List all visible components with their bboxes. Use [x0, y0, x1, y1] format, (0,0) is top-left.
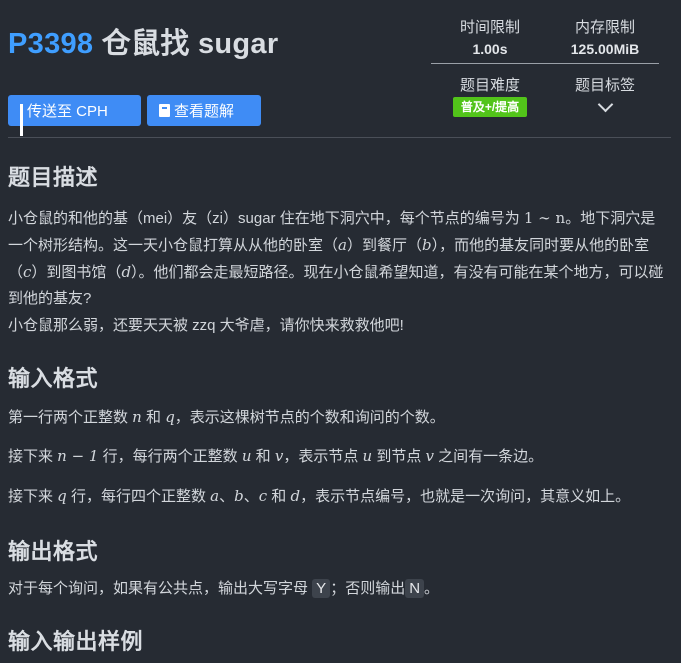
difficulty-badge[interactable]: 普及+/提高 [452, 97, 528, 117]
header-divider [8, 137, 671, 138]
memory-limit-value: 125.00MiB [570, 41, 640, 57]
time-limit-label: 时间限制 [459, 19, 520, 36]
memory-limit: 内存限制 125.00MiB [555, 16, 655, 57]
math-range: 1 ∼ n [523, 209, 566, 227]
input-line-2: 接下来 n − 1 行，每行两个正整数 u 和 v，表示节点 u 到节点 v 之… [8, 447, 544, 465]
chevron-down-icon[interactable] [597, 96, 613, 113]
problem-id: P3398 [8, 28, 94, 60]
output-heading: 输出格式 [8, 539, 99, 564]
difficulty-label: 题目难度 [459, 77, 520, 94]
input-line-3: 接下来 q 行，每行四个正整数 a、b、c 和 d，表示节点编号，也就是一次询问… [8, 487, 631, 505]
stats-divider [431, 63, 659, 64]
input-line-1: 第一行两个正整数 n 和 q，表示这棵树节点的个数和询问的个数。 [8, 408, 445, 426]
time-limit-value: 1.00s [472, 41, 508, 57]
input-heading: 输入格式 [8, 366, 99, 391]
difficulty: 题目难度 普及+/提高 [443, 74, 537, 117]
send-to-cph-button[interactable]: 传送至 CPH [8, 95, 141, 136]
time-limit: 时间限制 1.00s [443, 16, 537, 57]
memory-limit-label: 内存限制 [574, 19, 635, 36]
inline-code-yes: Y [312, 579, 331, 598]
description-paragraph: 小仓鼠的和他的基（mei）友（zi）sugar 住在地下洞穴中，每个节点的编号为… [8, 209, 664, 307]
output-line: 对于每个询问，如果有公共点，输出大写字母 Y ；否则输出 N。 [8, 579, 440, 598]
view-solution-button[interactable]: 查看题解 [147, 95, 261, 126]
tags-label: 题目标签 [574, 77, 635, 94]
problem-title: P3398 仓鼠找 sugar [8, 20, 278, 62]
samples-heading: 输入输出样例 [8, 629, 144, 654]
inline-code-no: N [405, 579, 425, 598]
description-heading: 题目描述 [8, 165, 99, 190]
bar-chart-icon [20, 104, 23, 136]
tags[interactable]: 题目标签 [555, 74, 655, 113]
problem-name: 仓鼠找 sugar [101, 28, 279, 60]
book-icon [159, 104, 170, 117]
view-solution-label: 查看题解 [174, 103, 235, 120]
send-to-cph-label: 传送至 CPH [27, 103, 108, 120]
description-paragraph-2: 小仓鼠那么弱，还要天天被 zzq 大爷虐，请你快来救救他吧! [8, 317, 404, 334]
